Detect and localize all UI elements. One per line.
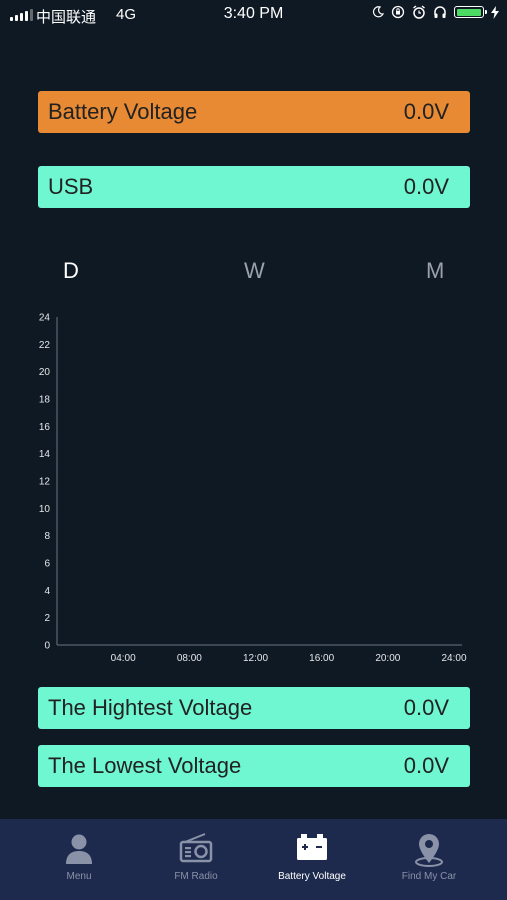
status-bar: 中国联通 4G 3:40 PM <box>0 0 507 30</box>
moon-icon <box>372 6 384 18</box>
x-tick-label: 12:00 <box>243 653 268 664</box>
highest-voltage-bar: The Hightest Voltage 0.0V <box>38 687 470 729</box>
x-tick-label: 08:00 <box>177 653 202 664</box>
highest-voltage-value: 0.0V <box>403 695 449 720</box>
usb-value: 0.0V <box>403 174 449 199</box>
headphones-icon <box>434 6 446 18</box>
y-tick-label: 8 <box>44 531 50 542</box>
location-pin-icon <box>415 834 443 867</box>
period-tab-month[interactable]: M <box>426 258 444 284</box>
x-tick-label: 20:00 <box>375 653 400 664</box>
y-tick-label: 2 <box>44 613 50 624</box>
y-tick-label: 22 <box>39 340 51 351</box>
y-tick-label: 6 <box>44 559 50 570</box>
tab-find-my-car[interactable]: Find My Car <box>370 819 488 900</box>
rotation-lock-icon <box>391 5 405 19</box>
radio-icon <box>179 833 213 863</box>
alarm-icon <box>413 5 425 19</box>
battery-voltage-value: 0.0V <box>403 99 449 124</box>
lowest-voltage-bar: The Lowest Voltage 0.0V <box>38 745 470 787</box>
tab-fm-radio-label: FM Radio <box>174 871 218 882</box>
person-icon <box>66 834 92 864</box>
x-tick-label: 24:00 <box>441 653 466 664</box>
tab-find-my-car-label: Find My Car <box>401 871 457 882</box>
y-tick-label: 20 <box>39 367 51 378</box>
tab-battery-voltage-label: Battery Voltage <box>278 871 346 882</box>
tab-fm-radio[interactable]: FM Radio <box>137 819 255 900</box>
period-tab-week[interactable]: W <box>244 258 265 284</box>
y-tick-label: 24 <box>39 313 51 324</box>
x-tick-label: 04:00 <box>111 653 136 664</box>
tab-battery-voltage[interactable]: Battery Voltage <box>253 819 371 900</box>
y-tick-label: 18 <box>39 395 51 406</box>
tab-menu[interactable]: Menu <box>20 819 138 900</box>
y-tick-label: 0 <box>44 641 50 652</box>
tab-bar: Menu FM Radio Battery Voltage Find My Ca… <box>0 819 507 900</box>
battery-voltage-icon <box>297 834 327 860</box>
highest-voltage-label: The Hightest Voltage <box>48 695 253 720</box>
lowest-voltage-value: 0.0V <box>403 753 449 778</box>
y-tick-label: 10 <box>39 504 51 515</box>
charging-icon <box>491 5 499 19</box>
tab-menu-label: Menu <box>66 871 92 882</box>
period-tab-day[interactable]: D <box>63 258 79 284</box>
battery-icon <box>454 6 487 18</box>
voltage-chart: 02468101214161820222404:00 08:00 12:00 16:0… <box>39 313 467 665</box>
status-icons <box>372 5 499 19</box>
y-tick-label: 12 <box>39 477 51 488</box>
battery-voltage-bar: Battery Voltage 0.0V <box>38 91 470 133</box>
x-tick-label: 16:00 <box>309 653 334 664</box>
battery-voltage-label: Battery Voltage <box>48 99 198 124</box>
y-tick-label: 4 <box>44 586 50 597</box>
usb-bar: USB 0.0V <box>38 166 470 208</box>
lowest-voltage-label: The Lowest Voltage <box>48 753 242 778</box>
y-tick-label: 14 <box>39 449 51 460</box>
y-tick-label: 16 <box>39 422 51 433</box>
usb-label: USB <box>48 174 94 199</box>
